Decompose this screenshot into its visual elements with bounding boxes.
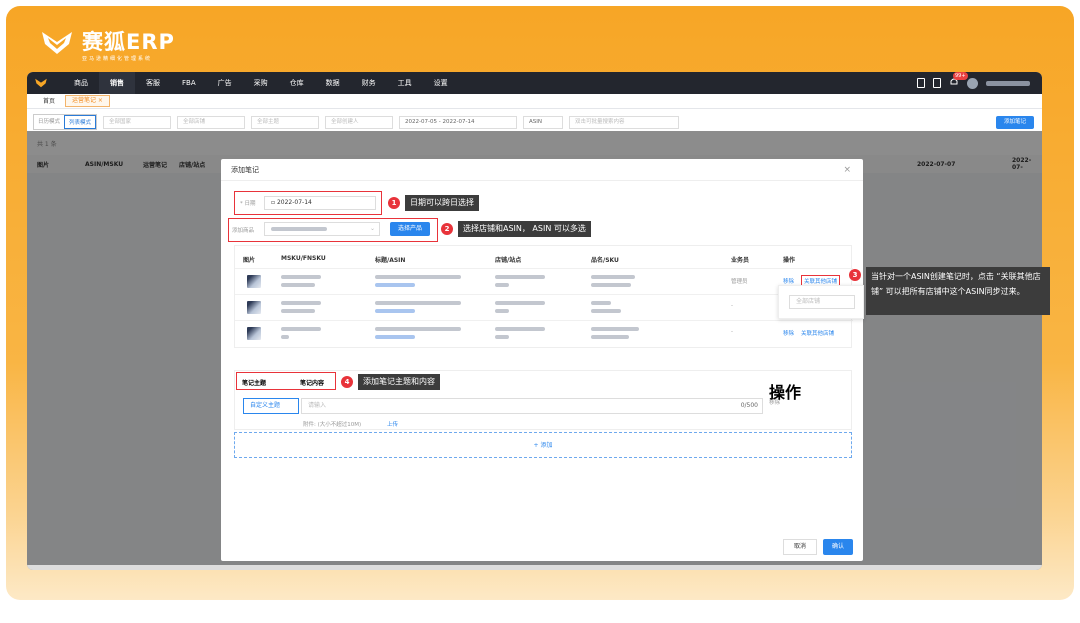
attachment-label: 附件: (大小不超过10M): [303, 422, 362, 428]
add-note-button[interactable]: 添加笔记: [995, 115, 1034, 129]
nav-item-10[interactable]: 设置: [423, 72, 459, 94]
product-thumbnail: [247, 301, 261, 314]
salesman: -: [731, 329, 733, 335]
nav-item-5[interactable]: 采购: [243, 72, 279, 94]
notification-badge: 99+: [953, 72, 968, 80]
note-content-input[interactable]: 请输入 0/500: [301, 398, 763, 414]
nav-logo-icon[interactable]: [27, 72, 55, 94]
chevron-down-icon: ⌄: [369, 225, 375, 232]
salesman: 管理员: [731, 279, 748, 285]
col-actions: 操作: [783, 257, 796, 264]
step-4-badge: 4: [341, 376, 353, 388]
mobile-icon[interactable]: [933, 78, 941, 88]
modal-title: 添加笔记: [221, 159, 863, 181]
cancel-button[interactable]: 取消: [783, 539, 817, 555]
top-nav: 商品 销售 客服 FBA 广告 采购 仓库 数据 财务 工具 设置 99+: [27, 72, 1042, 94]
avatar[interactable]: [967, 77, 978, 89]
nav-item-7[interactable]: 数据: [315, 72, 351, 94]
list-mode-button[interactable]: 列表模式: [64, 115, 97, 129]
fox-logo-icon: [40, 30, 74, 56]
add-product-label: 添加商品: [232, 228, 255, 234]
popover-shop-select[interactable]: 全部店铺: [789, 295, 855, 309]
brand-name: 赛狐ERP: [82, 30, 175, 54]
user-name-blurred[interactable]: [986, 80, 1030, 86]
nav-item-6[interactable]: 仓库: [279, 72, 315, 94]
document-icon[interactable]: [917, 78, 925, 88]
nav-item-3[interactable]: FBA: [171, 72, 207, 94]
remove-link[interactable]: 移除: [783, 277, 794, 285]
product-thumbnail: [247, 327, 261, 340]
custom-topic-button[interactable]: 自定义主题: [243, 398, 299, 414]
content-placeholder: 请输入: [308, 402, 327, 409]
nav-item-2[interactable]: 客服: [135, 72, 171, 94]
tab-operation-notes[interactable]: 运营笔记 ×: [65, 95, 110, 107]
nav-item-8[interactable]: 财务: [351, 72, 387, 94]
table-row: 管理员 移除 关联其他店铺: [235, 268, 853, 294]
product-table: 图片 MSKU/FNSKU 标题/ASIN 店铺/站点 品名/SKU 业务员 操…: [234, 245, 853, 348]
note-col-topic: 笔记主题: [242, 380, 267, 387]
product-thumbnail: [247, 275, 261, 288]
nav-item-4[interactable]: 广告: [207, 72, 243, 94]
shop-select[interactable]: 全部店铺: [177, 115, 246, 129]
bell-icon[interactable]: 99+: [949, 72, 968, 89]
callout-2: 选择店铺和ASIN， ASIN 可以多选: [458, 221, 591, 237]
note-col-content: 笔记内容: [300, 380, 325, 387]
country-select[interactable]: 全部国家: [103, 115, 172, 129]
char-counter: 0/500: [740, 402, 758, 409]
nav-item-1[interactable]: 销售: [99, 72, 135, 94]
link-other-shops-link[interactable]: 关联其他店铺: [801, 329, 834, 337]
col-image: 图片: [243, 257, 256, 264]
shop-popover: 全部店铺: [778, 285, 864, 319]
table-row: - 移除 关联其他店铺: [235, 320, 853, 346]
view-mode-toggle: 日历模式 列表模式: [33, 114, 98, 130]
search-type-select[interactable]: ASIN: [523, 115, 564, 129]
nav-item-0[interactable]: 商品: [63, 72, 99, 94]
date-range-picker[interactable]: 2022-07-05 - 2022-07-14: [399, 115, 518, 129]
col-sku: 品名/SKU: [591, 257, 619, 264]
nav-item-9[interactable]: 工具: [387, 72, 423, 94]
topic-select[interactable]: 全部主题: [251, 115, 320, 129]
brand-logo: 赛狐ERP 亚马逊精细化管理系统: [40, 30, 175, 66]
confirm-button[interactable]: 确认: [823, 539, 853, 555]
brand-tagline: 亚马逊精细化管理系统: [82, 56, 153, 62]
callout-3: 当针对一个ASIN创建笔记时，点击 “关联其他店铺” 可以把所有店铺中这个ASI…: [866, 267, 1050, 315]
step-3-badge: 3: [849, 269, 861, 281]
callout-4: 添加笔记主题和内容: [358, 374, 440, 390]
col-shop: 店铺/站点: [495, 257, 522, 264]
blurred-value: [271, 227, 327, 231]
calendar-mode-button[interactable]: 日历模式: [34, 115, 64, 129]
date-value: 2022-07-14: [276, 199, 312, 206]
col-title-asin: 标题/ASIN: [375, 257, 406, 264]
horizontal-scrollbar[interactable]: [27, 565, 1042, 570]
creator-select[interactable]: 全部创建人: [325, 115, 394, 129]
add-row-button[interactable]: + 添加: [234, 432, 852, 458]
close-icon[interactable]: ×: [843, 165, 851, 175]
note-remove-link[interactable]: 移除: [769, 398, 780, 406]
page-tabs: 首页 运营笔记 ×: [27, 94, 1042, 109]
remove-link[interactable]: 移除: [783, 329, 794, 337]
upload-link[interactable]: 上传: [387, 420, 398, 428]
step-1-badge: 1: [388, 197, 400, 209]
shop-asin-select[interactable]: ⌄: [264, 222, 380, 236]
salesman: -: [731, 303, 733, 309]
tab-home[interactable]: 首页: [33, 94, 65, 109]
callout-1: 日期可以跨日选择: [405, 195, 479, 211]
search-input[interactable]: 双击可批量搜索内容: [569, 115, 680, 129]
select-product-button[interactable]: 选择产品: [390, 222, 430, 236]
table-row: -: [235, 294, 853, 320]
date-label: * 日期: [240, 201, 256, 207]
col-salesman: 业务员: [731, 257, 750, 264]
step-2-badge: 2: [441, 223, 453, 235]
date-input[interactable]: ▫ 2022-07-14: [264, 196, 376, 210]
col-msku: MSKU/FNSKU: [281, 255, 326, 262]
